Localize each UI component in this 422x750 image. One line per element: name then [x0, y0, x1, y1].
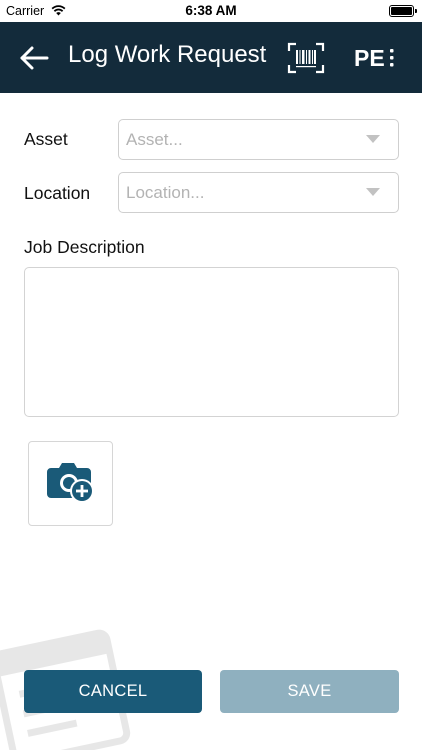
location-select[interactable]: Location...	[118, 172, 399, 213]
camera-add-icon	[47, 463, 94, 503]
status-time: 6:38 AM	[185, 3, 237, 18]
cancel-button[interactable]: CANCEL	[24, 670, 202, 713]
asset-label: Asset	[24, 129, 68, 149]
status-bar: Carrier 6:38 AM	[0, 0, 422, 22]
add-photo-button[interactable]	[28, 441, 113, 526]
location-placeholder: Location...	[126, 183, 205, 202]
save-button[interactable]: SAVE	[220, 670, 399, 713]
job-description-label: Job Description	[24, 237, 145, 257]
asset-select[interactable]: Asset...	[118, 119, 399, 160]
battery-icon	[389, 5, 417, 17]
back-arrow-icon[interactable]	[18, 43, 52, 73]
page-title: Log Work Request	[68, 41, 267, 68]
chevron-down-icon	[366, 135, 380, 143]
chevron-down-icon	[366, 188, 380, 196]
barcode-scan-icon[interactable]	[287, 42, 325, 74]
job-description-field[interactable]	[24, 267, 399, 417]
app-header: Log Work Request PE	[0, 22, 422, 93]
asset-placeholder: Asset...	[126, 130, 183, 149]
location-label: Location	[24, 183, 91, 203]
company-logo: PE	[354, 45, 394, 71]
logo-text: PE	[354, 45, 385, 71]
